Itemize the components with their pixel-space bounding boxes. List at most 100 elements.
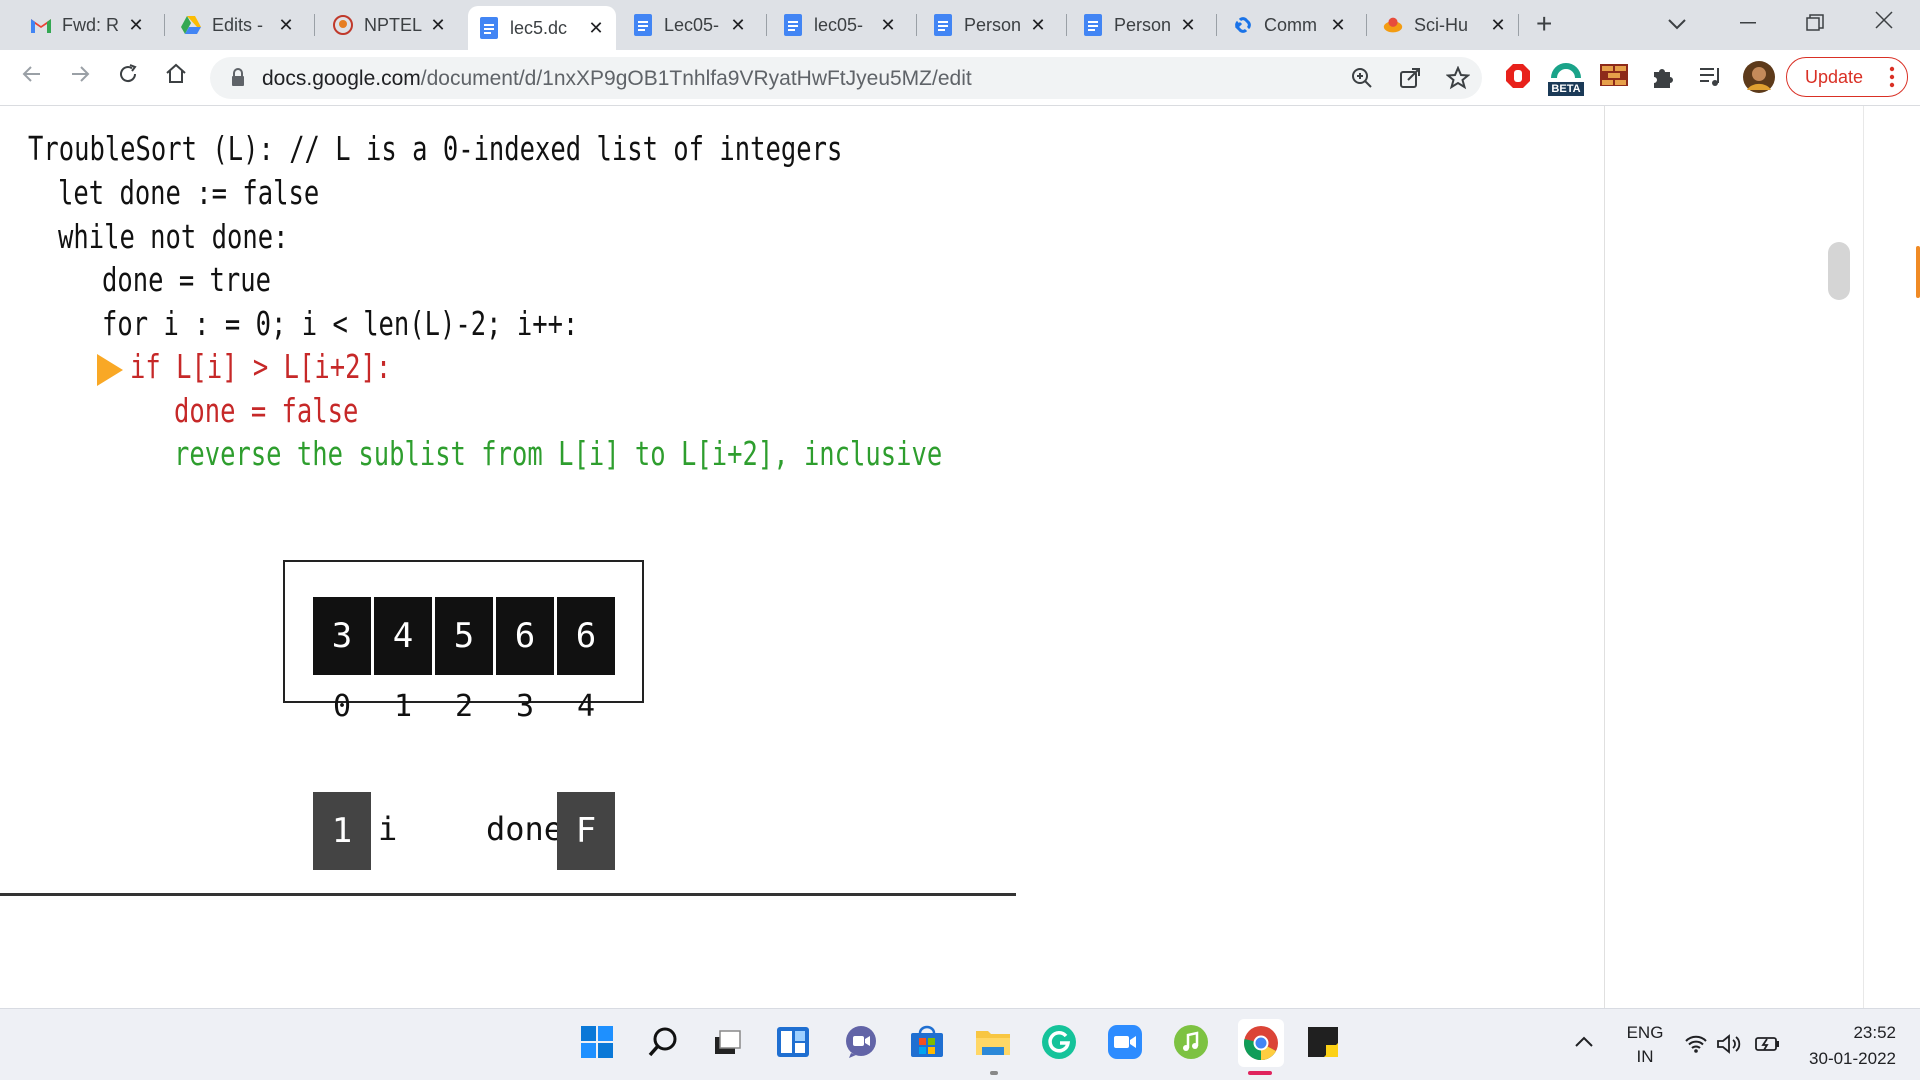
zoom-app-icon[interactable] <box>1106 1023 1144 1061</box>
music-app-icon[interactable] <box>1172 1023 1210 1061</box>
code-line-for: for i : = 0; i < len(L)-2; i++: <box>102 305 579 344</box>
new-tab-button[interactable]: + <box>1536 8 1552 40</box>
bookmark-star-icon[interactable] <box>1445 65 1471 96</box>
volume-icon[interactable] <box>1716 1033 1742 1060</box>
tab-close-icon[interactable]: ✕ <box>1178 15 1198 36</box>
browser-toolbar: docs.google.com/document/d/1nxXP9gOB1Tnh… <box>0 50 1920 106</box>
store-icon[interactable] <box>908 1023 946 1061</box>
tab-title: Sci-Hu <box>1414 14 1469 35</box>
array-cell: 5 <box>435 597 493 675</box>
zoom-icon[interactable] <box>1350 66 1374 96</box>
tab-divider <box>1066 14 1067 36</box>
tab-drive[interactable]: Edits - ✕ <box>170 6 306 44</box>
link-icon <box>1232 14 1254 36</box>
array-cell: 3 <box>313 597 371 675</box>
minimize-icon[interactable] <box>1738 6 1758 42</box>
profile-avatar[interactable] <box>1742 60 1776 99</box>
tab-title: NPTEL <box>364 14 423 35</box>
tab-divider <box>1518 14 1519 36</box>
language-region: IN <box>1636 1047 1654 1066</box>
docs-icon <box>782 14 804 36</box>
url-path: /document/d/1nxXP9gOB1Tnhlfa9VRyatHwFtJy… <box>420 67 972 90</box>
tab-divider <box>164 14 165 36</box>
tab-lec5-doc-active[interactable]: lec5.dc ✕ <box>468 6 616 50</box>
beta-extension-icon[interactable]: BETA <box>1548 58 1584 98</box>
scrollbar-thumb[interactable] <box>1828 242 1850 300</box>
tab-close-icon[interactable]: ✕ <box>1488 15 1508 36</box>
nptel-icon <box>332 14 354 36</box>
clock[interactable]: 23:52 30-01-2022 <box>1796 1023 1896 1069</box>
running-indicator <box>990 1071 998 1075</box>
battery-icon[interactable] <box>1754 1035 1782 1058</box>
back-arrow-icon[interactable] <box>20 62 44 93</box>
array-index: 4 <box>576 689 596 724</box>
tab-close-icon[interactable]: ✕ <box>878 15 898 36</box>
wifi-icon[interactable] <box>1684 1035 1708 1058</box>
tab-person-doc[interactable]: Person ✕ <box>922 6 1058 44</box>
restore-icon[interactable] <box>1806 12 1824 38</box>
task-view-icon[interactable] <box>708 1023 746 1061</box>
i-value-box: 1 <box>313 792 371 870</box>
address-bar[interactable]: docs.google.com/document/d/1nxXP9gOB1Tnh… <box>210 57 1482 99</box>
tab-close-icon[interactable]: ✕ <box>428 15 448 36</box>
tab-title: lec5.dc <box>510 17 568 38</box>
code-line-done-false: done = false <box>174 392 359 431</box>
docs-icon <box>1082 14 1104 36</box>
beta-badge: BETA <box>1548 82 1584 96</box>
tab-person-doc-2[interactable]: Person ✕ <box>1072 6 1208 44</box>
adblock-icon[interactable] <box>1504 62 1532 95</box>
forward-arrow-icon[interactable] <box>68 62 92 93</box>
tab-nptel[interactable]: NPTEL ✕ <box>322 6 458 44</box>
more-vert-icon <box>1889 66 1895 93</box>
code-line-done-true: done = true <box>102 261 272 300</box>
share-icon[interactable] <box>1398 66 1422 96</box>
tab-title: Comm <box>1264 14 1317 35</box>
array-index: 3 <box>515 689 535 724</box>
media-queue-icon[interactable] <box>1698 66 1724 93</box>
tab-close-icon[interactable]: ✕ <box>728 15 748 36</box>
gmail-icon <box>30 14 52 36</box>
tab-close-icon[interactable]: ✕ <box>1028 15 1048 36</box>
tab-scihub[interactable]: Sci-Hu ✕ <box>1372 6 1518 44</box>
tab-divider <box>1216 14 1217 36</box>
tab-lec05-doc-2[interactable]: lec05- ✕ <box>772 6 908 44</box>
tab-divider <box>314 14 315 36</box>
lock-icon[interactable] <box>230 67 246 92</box>
tab-close-icon[interactable]: ✕ <box>1328 15 1348 36</box>
windows-start-icon[interactable] <box>578 1023 616 1061</box>
file-explorer-icon[interactable] <box>974 1023 1012 1061</box>
code-line-if: if L[i] > L[i+2]: <box>130 348 392 387</box>
sticky-notes-icon[interactable] <box>1304 1023 1342 1061</box>
search-icon[interactable] <box>644 1023 682 1061</box>
code-line-init: let done := false <box>58 174 320 213</box>
reload-icon[interactable] <box>116 62 140 93</box>
tab-title: Person <box>1114 14 1172 35</box>
slide-image: TroubleSort (L): // L is a 0-indexed lis… <box>0 106 1014 896</box>
docs-icon <box>932 14 954 36</box>
chrome-icon[interactable] <box>1238 1019 1284 1067</box>
tab-lec05-doc[interactable]: Lec05- ✕ <box>622 6 758 44</box>
tab-close-icon[interactable]: ✕ <box>126 15 146 36</box>
language-indicator[interactable]: ENG IN <box>1620 1023 1670 1067</box>
teams-chat-icon[interactable] <box>842 1023 880 1061</box>
tab-close-icon[interactable]: ✕ <box>586 18 606 39</box>
array-cell: 4 <box>374 597 432 675</box>
brick-extension-icon[interactable] <box>1600 64 1628 91</box>
current-line-arrow-icon <box>97 354 123 386</box>
grammarly-icon[interactable] <box>1040 1023 1078 1061</box>
tab-title: lec05- <box>814 14 864 35</box>
tab-search-chevron-down-icon[interactable] <box>1668 10 1686 36</box>
tab-close-icon[interactable]: ✕ <box>276 15 296 36</box>
widgets-icon[interactable] <box>774 1023 812 1061</box>
tab-divider <box>916 14 917 36</box>
show-hidden-icons-chevron-up-icon[interactable] <box>1574 1033 1594 1053</box>
side-panel-tab[interactable] <box>1916 246 1920 298</box>
document-edge <box>1604 106 1605 1008</box>
puzzle-extensions-icon[interactable] <box>1650 64 1676 95</box>
window-close-icon[interactable] <box>1874 10 1894 36</box>
scrollbar-track <box>1863 106 1864 1008</box>
update-button[interactable]: Update <box>1786 57 1908 97</box>
tab-comm[interactable]: Comm ✕ <box>1222 6 1358 44</box>
home-icon[interactable] <box>164 62 188 93</box>
tab-gmail[interactable]: Fwd: R ✕ <box>20 6 156 44</box>
